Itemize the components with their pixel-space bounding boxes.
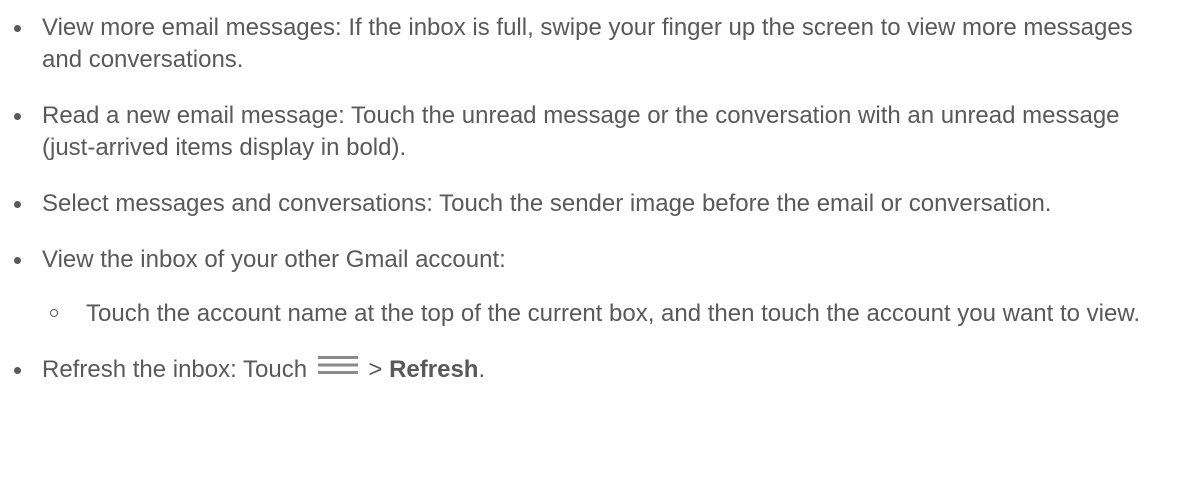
sub-list-item: Touch the account name at the top of the…	[42, 298, 1174, 330]
refresh-command: Refresh	[389, 356, 479, 383]
refresh-prefix-text: Refresh the inbox: Touch	[42, 356, 308, 383]
list-item-refresh: Refresh the inbox: Touch > Refresh.	[0, 354, 1188, 386]
instruction-list: View more email messages: If the inbox i…	[0, 12, 1188, 410]
bullet-dot	[14, 113, 21, 120]
list-item-select-messages: Select messages and conversations: Touch…	[0, 188, 1188, 220]
list-item-text: Read a new email message: Touch the unre…	[42, 102, 1120, 161]
list-item-view-more: View more email messages: If the inbox i…	[0, 12, 1188, 76]
bullet-list: View more email messages: If the inbox i…	[0, 12, 1188, 386]
sub-list: Touch the account name at the top of the…	[42, 298, 1174, 330]
refresh-suffix: .	[478, 356, 486, 383]
bullet-dot	[14, 25, 21, 32]
bullet-dot	[14, 201, 21, 208]
menu-icon	[317, 352, 358, 384]
list-item-read-new: Read a new email message: Touch the unre…	[0, 100, 1188, 164]
list-item-text: View the inbox of your other Gmail accou…	[42, 246, 506, 273]
list-item-text: View more email messages: If the inbox i…	[42, 14, 1133, 73]
bullet-dot	[14, 257, 21, 264]
menu-separator: >	[368, 356, 383, 383]
list-item-text: Select messages and conversations: Touch…	[42, 190, 1052, 217]
bullet-dot	[14, 367, 21, 374]
sub-bullet-ring	[50, 309, 58, 317]
sub-list-item-text: Touch the account name at the top of the…	[86, 300, 1141, 327]
list-item-other-account: View the inbox of your other Gmail accou…	[0, 244, 1188, 330]
